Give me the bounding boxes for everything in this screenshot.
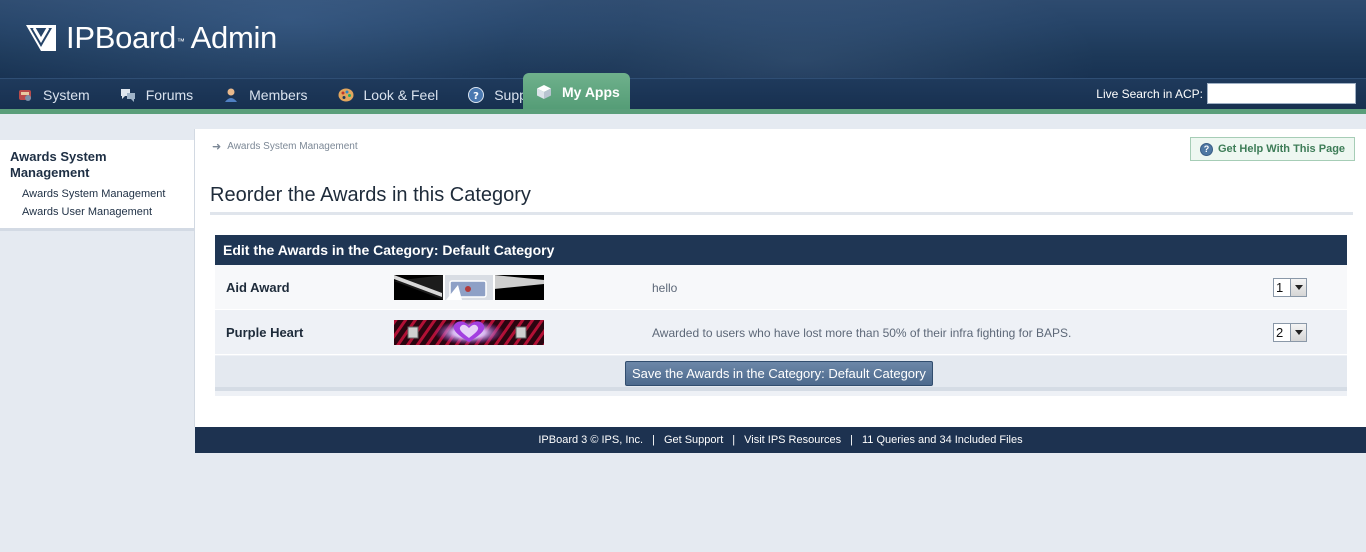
sidebar-link-awards-system-management[interactable]: Awards System Management [22,188,165,200]
members-icon [225,88,238,102]
tab-my-apps-label: My Apps [562,83,620,100]
award-name: Aid Award [226,280,290,295]
chevron-down-icon [1290,279,1306,296]
palette-icon [338,88,353,101]
award-order-select[interactable]: 2 [1273,323,1307,342]
chevron-down-icon [1290,324,1306,341]
live-search: Live Search in ACP: [1096,83,1356,104]
award-description: Awarded to users who have lost more than… [652,326,1072,340]
get-help-button[interactable]: ? Get Help With This Page [1190,137,1355,161]
system-icon [19,89,31,101]
award-order-value: 1 [1276,280,1284,295]
award-description: hello [652,281,678,295]
award-image [394,320,544,345]
awards-table-header: Edit the Awards in the Category: Default… [215,235,1347,265]
logo-trademark: ™ [176,37,185,46]
award-image [394,275,544,300]
tab-my-apps[interactable]: My Apps [523,73,630,110]
award-order-value: 2 [1276,325,1284,340]
footer-link-get-support[interactable]: Get Support [664,434,723,446]
sidebar-link-awards-user-management[interactable]: Awards User Management [22,206,152,218]
svg-text:?: ? [473,91,479,102]
tab-members[interactable]: Members [206,79,320,110]
save-awards-button[interactable]: Save the Awards in the Category: Default… [625,361,933,386]
form-actions: Save the Awards in the Category: Default… [215,356,1347,391]
main-content: ➜ Awards System Management ? Get Help Wi… [194,129,1366,427]
logo-suffix: Admin [190,20,278,55]
footer-stats: 11 Queries and 34 Included Files [862,434,1023,446]
breadcrumb-item[interactable]: Awards System Management [227,141,357,152]
help-icon: ? [1200,142,1213,156]
forums-icon [120,88,135,102]
footer-link-ips-resources[interactable]: Visit IPS Resources [744,434,841,446]
page-title: Reorder the Awards in this Category [210,184,1353,215]
breadcrumb: ➜ Awards System Management [212,140,358,153]
tab-look-and-feel[interactable]: Look & Feel [321,79,452,110]
tab-members-label: Members [249,86,308,103]
award-name: Purple Heart [226,325,304,340]
tab-forums[interactable]: Forums [103,79,206,110]
get-help-label: Get Help With This Page [1218,143,1346,155]
ipboard-logo-icon [26,25,56,51]
tab-forums-label: Forums [145,86,194,103]
tab-system-label: System [43,86,90,103]
awards-table: Edit the Awards in the Category: Default… [215,235,1347,396]
footer-copyright: IPBoard 3 © IPS, Inc. [538,434,644,446]
sidebar: Awards System Management Awards System M… [0,140,194,231]
award-order-select[interactable]: 1 [1273,278,1307,297]
help-icon: ? [468,86,485,103]
footer: IPBoard 3 © IPS, Inc. | Get Support | Vi… [195,427,1366,453]
logo-name: IPBoard [66,20,176,55]
table-row: Purple Heart Awarded to users who have l… [215,310,1347,355]
admin-header: IPBoard™ Admin [0,0,1366,78]
sidebar-title: Awards System Management [10,149,107,180]
breadcrumb-arrow-icon: ➜ [212,141,222,153]
ipboard-logo[interactable]: IPBoard™ Admin [24,18,277,58]
live-search-label: Live Search in ACP: [1096,86,1203,101]
nav-accent-strip [0,109,1366,114]
live-search-input[interactable] [1207,83,1356,104]
table-row: Aid Award hello 1 [215,265,1347,310]
tab-look-and-feel-label: Look & Feel [363,86,439,103]
tab-system[interactable]: System [0,79,103,110]
apps-icon [537,84,551,99]
main-navigation: System Forums Members Look & Feel ? Supp… [0,73,1366,110]
